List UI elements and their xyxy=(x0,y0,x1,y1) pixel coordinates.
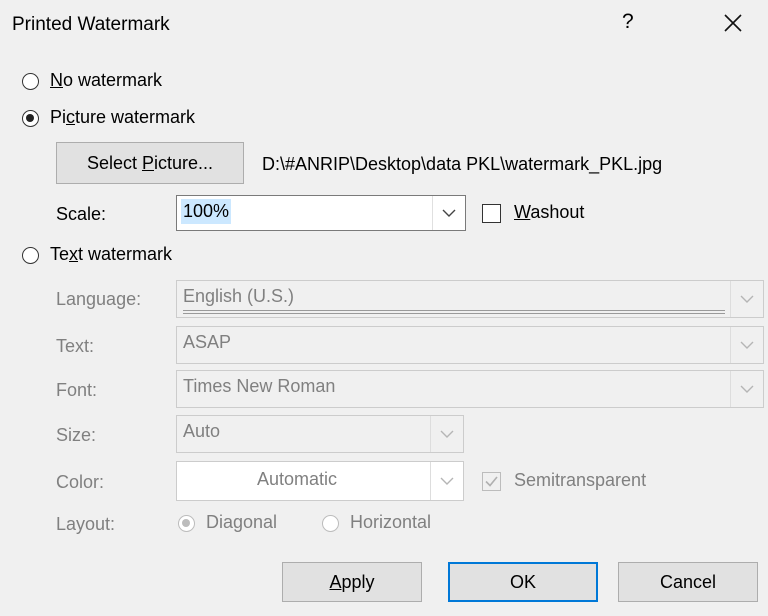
chevron-down-icon[interactable] xyxy=(432,196,465,230)
layout-diagonal-radio[interactable] xyxy=(178,515,195,532)
picture-path: D:\#ANRIP\Desktop\data PKL\watermark_PKL… xyxy=(262,154,663,174)
layout-diagonal-label: Diagonal xyxy=(206,512,278,532)
scale-label: Scale: xyxy=(56,204,107,224)
text-label: Text: xyxy=(56,336,95,356)
select-picture-button[interactable]: Select Picture... xyxy=(56,142,244,184)
scale-combobox[interactable]: 100% xyxy=(176,195,466,231)
check-icon xyxy=(485,476,498,487)
picture-watermark-radio[interactable] xyxy=(22,110,39,127)
dialog-title: Printed Watermark xyxy=(12,14,170,35)
no-watermark-radio[interactable] xyxy=(22,73,39,90)
text-combobox[interactable]: ASAP xyxy=(176,326,764,364)
layout-label: Layout: xyxy=(56,514,116,534)
font-combobox[interactable]: Times New Roman xyxy=(176,370,764,408)
no-watermark-label: No watermark xyxy=(50,70,163,90)
apply-button[interactable]: Apply xyxy=(282,562,422,602)
text-watermark-radio[interactable] xyxy=(22,247,39,264)
picture-watermark-option[interactable]: Picture watermark xyxy=(20,107,340,131)
chevron-down-icon[interactable] xyxy=(430,416,463,452)
chevron-down-icon[interactable] xyxy=(430,462,463,500)
close-icon xyxy=(724,14,742,32)
language-label: Language: xyxy=(56,289,142,309)
semitransparent-checkbox[interactable] xyxy=(482,472,501,491)
cancel-button[interactable]: Cancel xyxy=(618,562,758,602)
washout-label: Washout xyxy=(514,202,585,222)
size-value: Auto xyxy=(183,421,221,441)
chevron-down-icon[interactable] xyxy=(730,327,763,363)
chevron-down-icon[interactable] xyxy=(730,371,763,407)
size-combobox[interactable]: Auto xyxy=(176,415,464,453)
layout-horizontal-radio[interactable] xyxy=(322,515,339,532)
chevron-down-icon[interactable] xyxy=(730,281,763,317)
layout-diagonal-option[interactable]: Diagonal xyxy=(178,512,308,536)
semitransparent-label: Semitransparent xyxy=(514,470,647,490)
no-watermark-option[interactable]: No watermark xyxy=(20,70,340,94)
text-watermark-option[interactable]: Text watermark xyxy=(20,244,340,268)
color-value: Automatic xyxy=(257,469,338,489)
scale-value: 100% xyxy=(181,199,232,224)
color-label: Color: xyxy=(56,472,105,492)
font-label: Font: xyxy=(56,380,98,400)
color-combobox[interactable]: Automatic xyxy=(176,461,464,501)
layout-horizontal-label: Horizontal xyxy=(350,512,432,532)
washout-option[interactable]: Washout xyxy=(482,202,642,228)
layout-horizontal-option[interactable]: Horizontal xyxy=(322,512,462,536)
language-underline xyxy=(183,310,725,314)
washout-checkbox[interactable] xyxy=(482,204,501,223)
close-button[interactable] xyxy=(722,12,744,34)
semitransparent-option[interactable]: Semitransparent xyxy=(482,470,702,496)
language-value: English (U.S.) xyxy=(183,286,295,306)
picture-watermark-label: Picture watermark xyxy=(50,107,196,127)
language-combobox[interactable]: English (U.S.) xyxy=(176,280,764,318)
ok-button[interactable]: OK xyxy=(448,562,598,602)
font-value: Times New Roman xyxy=(183,376,336,396)
text-watermark-label: Text watermark xyxy=(50,244,173,264)
help-button[interactable]: ? xyxy=(622,10,634,34)
text-value: ASAP xyxy=(183,332,232,352)
size-label: Size: xyxy=(56,425,97,445)
